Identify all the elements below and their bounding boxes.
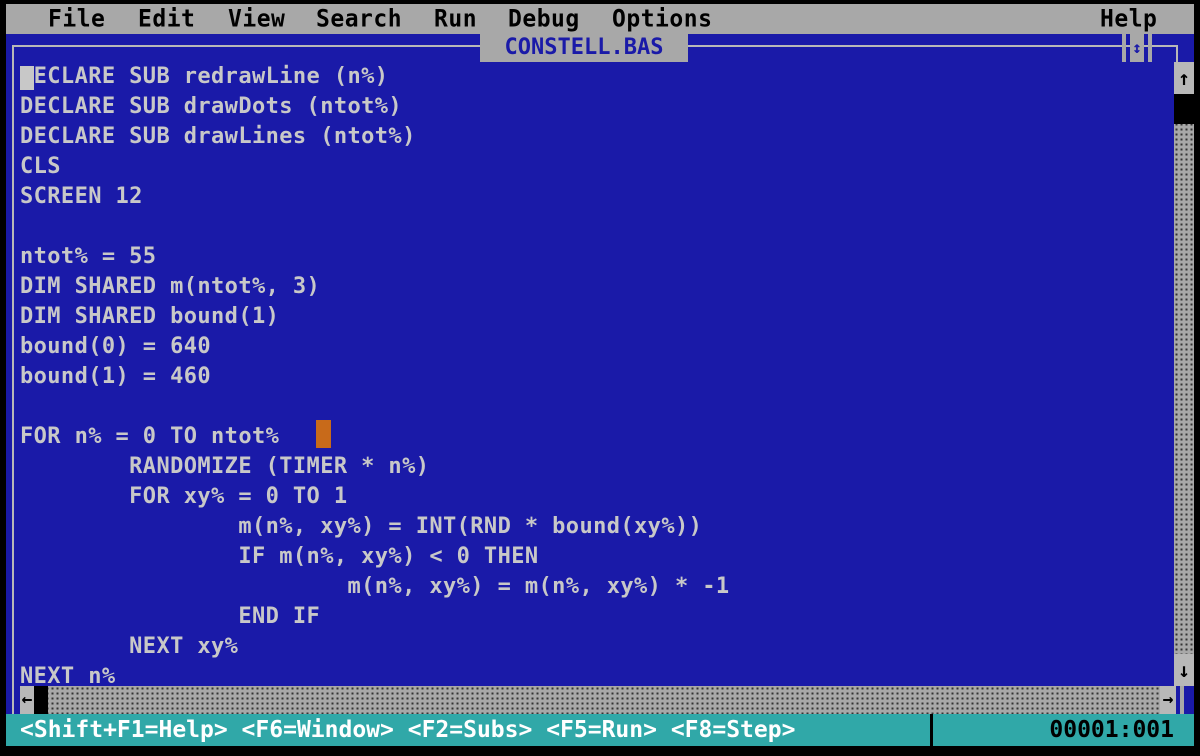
scroll-left-arrow-icon[interactable]: ← — [20, 686, 34, 714]
vertical-scroll-thumb[interactable] — [1174, 94, 1194, 124]
maximize-button[interactable]: ↕ — [1122, 34, 1154, 62]
window-frame-left — [12, 45, 14, 715]
code-line[interactable]: FOR n% = 0 TO ntot% — [20, 422, 279, 452]
status-divider — [930, 714, 933, 746]
code-line[interactable]: IF m(n%, xy%) < 0 THEN — [20, 542, 539, 572]
window-title-box[interactable]: CONSTELL.BAS — [480, 34, 688, 62]
updown-arrow-icon: ↕ — [1130, 34, 1144, 62]
cursor-position: 00001:001 — [1049, 717, 1174, 743]
code-line[interactable]: m(n%, xy%) = INT(RND * bound(xy%)) — [20, 512, 702, 542]
horizontal-scrollbar[interactable]: ← → — [20, 686, 1176, 714]
menu-bar: File Edit View Search Run Debug Options … — [6, 4, 1194, 34]
menu-help[interactable]: Help — [1100, 4, 1157, 33]
menu-search[interactable]: Search — [316, 4, 402, 33]
scroll-down-arrow-icon[interactable]: ↓ — [1174, 654, 1194, 686]
code-line[interactable]: bound(0) = 640 — [20, 332, 211, 362]
code-line[interactable]: bound(1) = 460 — [20, 362, 211, 392]
scroll-right-arrow-icon[interactable]: → — [1160, 686, 1176, 714]
code-line[interactable]: SCREEN 12 — [20, 182, 143, 212]
code-line[interactable]: ntot% = 55 — [20, 242, 156, 272]
menu-edit[interactable]: Edit — [138, 4, 195, 33]
code-line[interactable]: DECLARE SUB drawLines (ntot%) — [20, 122, 416, 152]
menu-run[interactable]: Run — [434, 4, 477, 33]
code-line[interactable]: CLS — [20, 152, 61, 182]
code-line[interactable]: FOR xy% = 0 TO 1 — [20, 482, 347, 512]
status-hints: <Shift+F1=Help> <F6=Window> <F2=Subs> <F… — [20, 717, 796, 743]
code-editor[interactable]: DECLARE SUB redrawLine (n%) DECLARE SUB … — [20, 62, 1170, 689]
scroll-up-arrow-icon[interactable]: ↑ — [1174, 62, 1194, 94]
code-line[interactable]: DIM SHARED m(ntot%, 3) — [20, 272, 320, 302]
text-cursor — [20, 66, 34, 90]
menu-view[interactable]: View — [228, 4, 285, 33]
highlight-cursor — [316, 420, 331, 448]
code-line[interactable]: DECLARE SUB redrawLine (n%) — [20, 62, 388, 92]
menu-options[interactable]: Options — [612, 4, 712, 33]
window-frame-corner — [1156, 45, 1178, 47]
code-line[interactable]: DIM SHARED bound(1) — [20, 302, 279, 332]
maximize-bracket-right — [1148, 34, 1152, 62]
menu-file[interactable]: File — [48, 4, 105, 33]
code-line[interactable]: DECLARE SUB drawDots (ntot%) — [20, 92, 402, 122]
window-frame-right-edge — [1180, 686, 1184, 714]
menu-debug[interactable]: Debug — [508, 4, 580, 33]
code-line[interactable]: m(n%, xy%) = m(n%, xy%) * -1 — [20, 572, 730, 602]
vertical-scrollbar[interactable]: ↑ ↓ — [1174, 62, 1194, 686]
window-title: CONSTELL.BAS — [504, 35, 664, 60]
qbasic-screen: File Edit View Search Run Debug Options … — [6, 4, 1194, 746]
code-line[interactable]: RANDOMIZE (TIMER * n%) — [20, 452, 429, 482]
status-bar: <Shift+F1=Help> <F6=Window> <F2=Subs> <F… — [6, 714, 1194, 746]
maximize-bracket-left — [1122, 34, 1126, 62]
code-line[interactable]: END IF — [20, 602, 320, 632]
horizontal-scroll-thumb[interactable] — [34, 686, 48, 714]
code-line[interactable]: NEXT xy% — [20, 632, 238, 662]
